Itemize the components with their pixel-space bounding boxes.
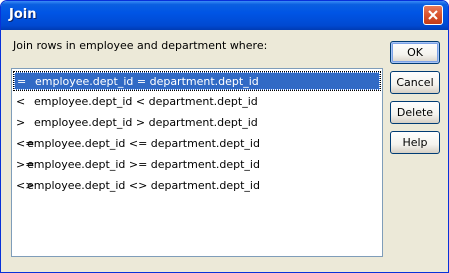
join-option-equal[interactable]: = employee.dept_id = department.dept_id <box>13 71 381 91</box>
join-expression: employee.dept_id = department.dept_id <box>35 75 259 88</box>
close-button[interactable] <box>423 5 443 25</box>
join-option-greater-equal[interactable]: >= employee.dept_id >= department.dept_i… <box>14 156 380 174</box>
join-option-not-equal[interactable]: <> employee.dept_id <> department.dept_i… <box>14 177 380 195</box>
cancel-button[interactable]: Cancel <box>390 71 440 94</box>
close-icon <box>428 10 438 20</box>
help-button[interactable]: Help <box>390 131 440 154</box>
ok-button[interactable]: OK <box>390 41 440 64</box>
join-expression: employee.dept_id < department.dept_id <box>34 95 258 108</box>
title-bar[interactable]: Join <box>1 1 448 30</box>
join-expression: employee.dept_id > department.dept_id <box>34 116 258 129</box>
join-expression: employee.dept_id <= department.dept_id <box>27 137 260 150</box>
window-title: Join <box>9 7 37 22</box>
join-expression: employee.dept_id <> department.dept_id <box>27 179 260 192</box>
join-option-less-than[interactable]: < employee.dept_id < department.dept_id <box>14 93 380 111</box>
join-operator: < <box>16 95 26 108</box>
join-dialog: Join Join rows in employee and departmen… <box>0 0 449 273</box>
join-operator: = <box>17 75 27 88</box>
delete-button[interactable]: Delete <box>390 101 440 124</box>
join-expression: employee.dept_id >= department.dept_id <box>27 158 260 171</box>
join-condition-list[interactable]: = employee.dept_id = department.dept_id … <box>11 68 383 257</box>
join-operator: > <box>16 116 26 129</box>
join-option-greater-than[interactable]: > employee.dept_id > department.dept_id <box>14 114 380 132</box>
join-prompt-label: Join rows in employee and department whe… <box>13 39 268 52</box>
join-option-less-equal[interactable]: <= employee.dept_id <= department.dept_i… <box>14 135 380 153</box>
